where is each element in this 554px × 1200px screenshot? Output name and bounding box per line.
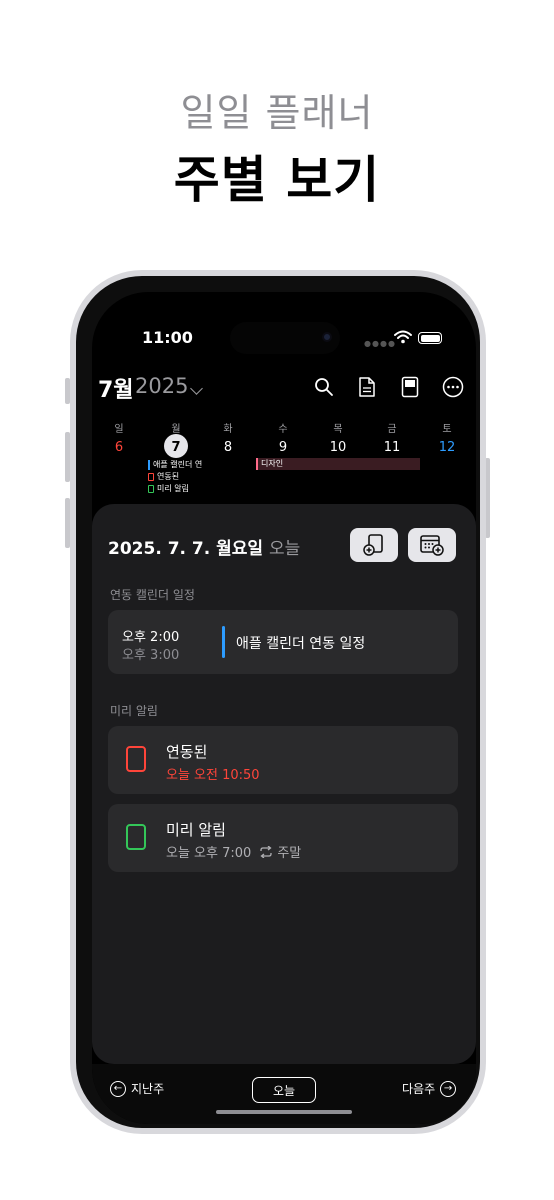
day-detail-sheet: 2025. 7. 7. 월요일 오늘 연동 캘린더 일정 오후 2:00 오후 …: [92, 504, 476, 1064]
mini-event-reminder-green[interactable]: 미리 알림: [148, 483, 189, 494]
bottom-navigation: ← 지난주 오늘 다음주 →: [92, 1064, 476, 1124]
prev-week-label: 지난주: [131, 1082, 165, 1096]
weekday-fri: 금: [387, 424, 397, 435]
reminder-due: 오늘 오전 10:50: [166, 764, 260, 783]
selected-date-label: 2025. 7. 7. 월요일: [108, 539, 264, 559]
repeat-label: 주말: [277, 846, 302, 861]
phone-frame: 11:00 ●●●● 7월 2025 일 월 화 수 목 금 토 6 7 8 9…: [70, 270, 486, 1134]
next-week-button[interactable]: 다음주 →: [402, 1080, 457, 1097]
selected-date: 2025. 7. 7. 월요일 오늘: [108, 534, 300, 559]
promo-subtitle: 일일 플래너: [180, 91, 374, 135]
weekday-tue: 화: [223, 424, 233, 435]
reminder-title: 미리 알림: [166, 821, 226, 839]
home-indicator: [216, 1110, 352, 1114]
mini-event-label: 애플 캘린더 연: [153, 460, 203, 469]
reminder-checkbox-red[interactable]: [126, 746, 146, 772]
date-12[interactable]: 12: [432, 440, 462, 455]
camera-dot: [322, 332, 332, 342]
calendar-add-icon: [420, 535, 444, 556]
reminder-section-label: 미리 알림: [110, 704, 158, 718]
weekday-mon: 월: [171, 424, 181, 435]
weekday-sat: 토: [442, 424, 452, 435]
more-icon: [442, 376, 464, 398]
memo-pad-icon: [401, 376, 419, 398]
weekday-wed: 수: [278, 424, 288, 435]
wifi-icon: [394, 330, 412, 344]
prev-week-button[interactable]: ← 지난주: [110, 1080, 164, 1097]
date-11[interactable]: 11: [377, 440, 407, 455]
reminder-due-label: 오늘 오후 7:00: [166, 846, 252, 861]
multi-day-event[interactable]: 디자인: [256, 458, 420, 470]
add-note-icon: [363, 534, 383, 556]
calendar-color-bar: [148, 459, 150, 470]
weekday-sun: 일: [114, 424, 124, 435]
reminder-due-label: 오늘 오전 10:50: [166, 768, 260, 783]
memo-button[interactable]: [397, 374, 423, 400]
date-8[interactable]: 8: [213, 440, 243, 455]
event-start-time: 오후 2:00: [122, 630, 180, 645]
next-week-label: 다음주: [402, 1082, 436, 1096]
mini-event-label: 연동된: [157, 472, 180, 481]
document-icon: [359, 377, 375, 397]
reminder-due: 오늘 오후 7:00 주말: [166, 842, 301, 861]
reminder-card[interactable]: 미리 알림 오늘 오후 7:00 주말: [108, 804, 458, 872]
add-memo-button[interactable]: [350, 528, 398, 562]
calendar-color-bar: [222, 626, 225, 658]
year-label[interactable]: 2025: [135, 374, 188, 398]
chevron-down-icon[interactable]: [190, 382, 203, 395]
repeat-icon: [260, 845, 272, 858]
mini-event-reminder-red[interactable]: 연동된: [148, 471, 179, 482]
status-time: 11:00: [142, 328, 193, 347]
event-end-time: 오후 3:00: [122, 648, 180, 663]
add-event-button[interactable]: [408, 528, 456, 562]
arrow-left-icon: ←: [110, 1080, 126, 1097]
date-10[interactable]: 10: [323, 440, 353, 455]
date-6[interactable]: 6: [104, 440, 134, 455]
reminder-card[interactable]: 연동된 오늘 오전 10:50: [108, 726, 458, 794]
reminder-box-icon: [148, 484, 154, 493]
calendar-section-label: 연동 캘린더 일정: [110, 588, 195, 602]
mini-event-label: 미리 알림: [157, 484, 189, 493]
more-button[interactable]: [440, 374, 466, 400]
reminder-title: 연동된: [166, 743, 208, 761]
weekday-thu: 목: [333, 424, 343, 435]
search-button[interactable]: [311, 374, 337, 400]
event-title: 애플 캘린더 연동 일정: [236, 636, 366, 652]
date-9[interactable]: 9: [268, 440, 298, 455]
arrow-right-icon: →: [440, 1080, 457, 1097]
date-7[interactable]: 7: [161, 440, 191, 455]
month-label[interactable]: 7월: [98, 372, 134, 404]
notes-button[interactable]: [354, 374, 380, 400]
promo-title: 주별 보기: [173, 151, 381, 209]
reminder-box-icon: [148, 472, 154, 481]
mini-event-calendar[interactable]: 애플 캘린더 연: [148, 459, 202, 470]
app-screen: 11:00 ●●●● 7월 2025 일 월 화 수 목 금 토 6 7 8 9…: [92, 292, 476, 1124]
reminder-checkbox-green[interactable]: [126, 824, 146, 850]
search-icon: [315, 378, 333, 396]
calendar-event-card[interactable]: 오후 2:00 오후 3:00 애플 캘린더 연동 일정: [108, 610, 458, 674]
today-button[interactable]: 오늘: [252, 1077, 316, 1103]
today-label: 오늘: [268, 539, 301, 559]
battery-icon: [418, 332, 442, 344]
signal-dots-icon: ●●●●: [364, 339, 396, 348]
